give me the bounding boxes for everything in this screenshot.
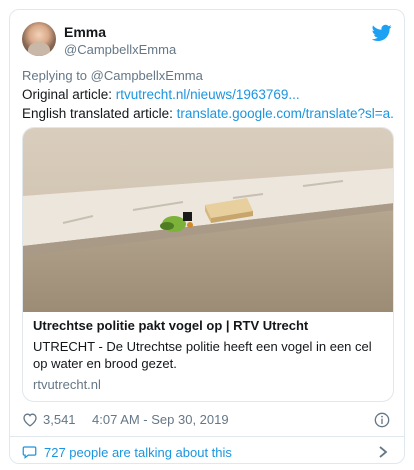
heart-icon[interactable] bbox=[22, 412, 38, 427]
like-count[interactable]: 3,541 bbox=[43, 412, 76, 427]
original-article-line: Original article: rtvutrecht.nl/nieuws/1… bbox=[22, 87, 394, 102]
chevron-right-icon[interactable] bbox=[378, 446, 388, 458]
tweet-meta: 3,541 4:07 AM - Sep 30, 2019 bbox=[22, 412, 392, 428]
card-description: UTRECHT - De Utrechtse politie heeft een… bbox=[33, 339, 372, 371]
conversation-link[interactable]: 727 people are talking about this bbox=[22, 444, 392, 462]
reply-context: Replying to @CampbellxEmma bbox=[22, 68, 203, 83]
translated-article-link[interactable]: translate.google.com/translate?sl=a... bbox=[177, 106, 394, 121]
divider bbox=[10, 436, 404, 437]
speech-bubble-icon bbox=[22, 446, 37, 459]
card-title[interactable]: Utrechtse politie pakt vogel op | RTV Ut… bbox=[33, 318, 383, 333]
twitter-bird-icon[interactable] bbox=[372, 24, 392, 42]
reply-prefix: Replying to bbox=[22, 68, 88, 83]
card-text: Utrechtse politie pakt vogel op | RTV Ut… bbox=[33, 318, 383, 392]
translated-article-line: English translated article: translate.go… bbox=[22, 106, 394, 121]
timestamp[interactable]: 4:07 AM - Sep 30, 2019 bbox=[92, 412, 229, 427]
link-preview-card[interactable]: Utrechtse politie pakt vogel op | RTV Ut… bbox=[22, 127, 394, 402]
translated-article-label: English translated article: bbox=[22, 106, 173, 121]
tweet-embed: Emma @CampbellxEmma Replying to @Campbel… bbox=[9, 9, 405, 464]
card-domain: rtvutrecht.nl bbox=[33, 377, 101, 392]
tweet-header: Emma @CampbellxEmma bbox=[22, 20, 392, 60]
card-image[interactable] bbox=[23, 128, 394, 312]
original-article-label: Original article: bbox=[22, 87, 113, 102]
reply-to-handle[interactable]: @CampbellxEmma bbox=[91, 68, 203, 83]
original-article-link[interactable]: rtvutrecht.nl/nieuws/1963769... bbox=[116, 87, 300, 102]
info-icon[interactable] bbox=[374, 412, 390, 428]
author-name[interactable]: Emma bbox=[64, 24, 106, 40]
author-handle[interactable]: @CampbellxEmma bbox=[64, 42, 176, 57]
avatar[interactable] bbox=[22, 22, 56, 56]
conversation-text[interactable]: 727 people are talking about this bbox=[44, 445, 232, 460]
